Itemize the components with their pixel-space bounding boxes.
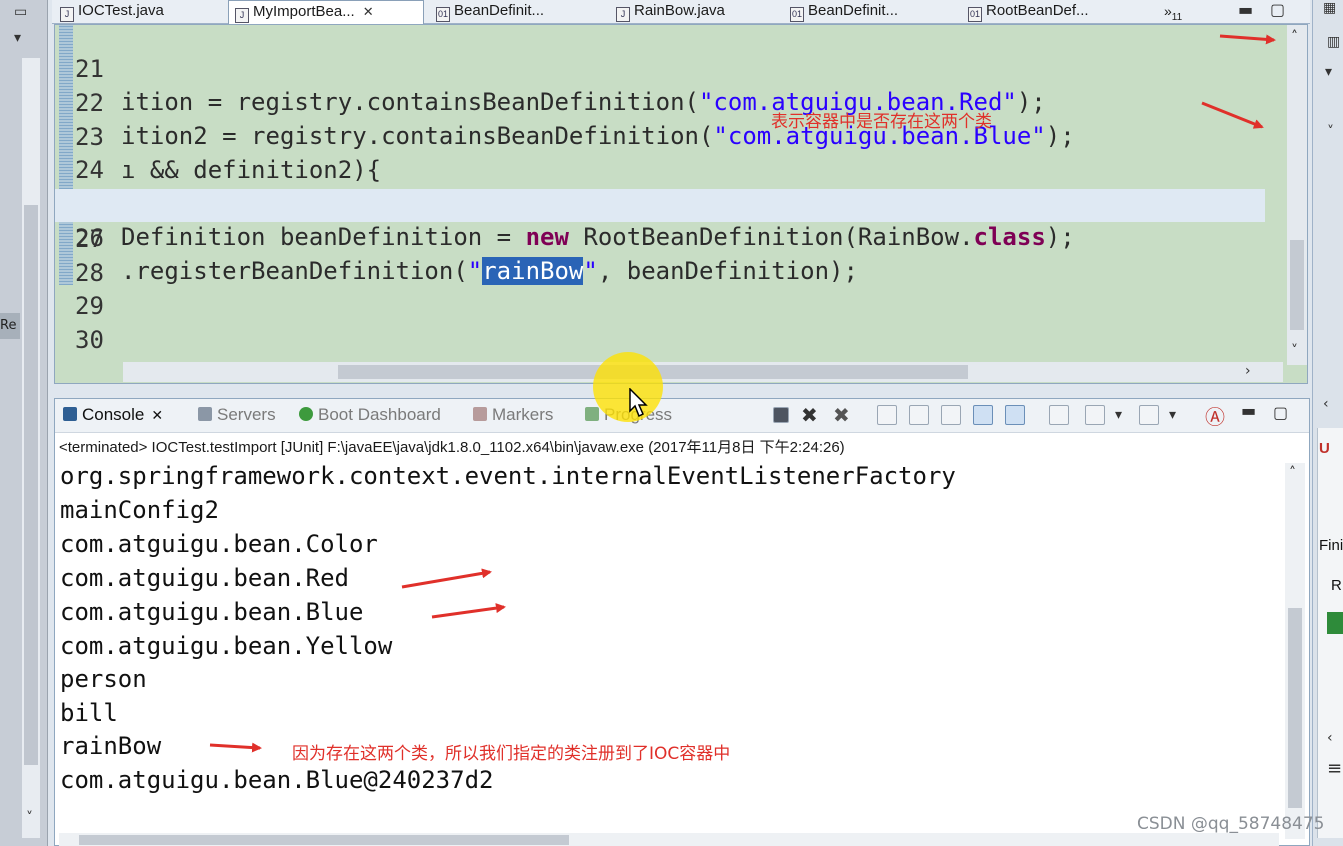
- annotation-arrows: [209, 34, 1276, 753]
- toolbar-icon[interactable]: ▥: [1327, 34, 1340, 50]
- chevron-down-icon[interactable]: ▾: [1325, 64, 1332, 80]
- menu-icon[interactable]: ≡: [1327, 758, 1342, 779]
- runs-label: R: [1331, 577, 1342, 594]
- watermark: CSDN @qq_58748475: [1137, 814, 1325, 834]
- finished-label: Fini: [1319, 537, 1343, 554]
- mouse-pointer-icon: [629, 388, 648, 418]
- arrow-to-blue-output: [431, 603, 506, 619]
- right-side-panel: ▦ ▥ ▾ ˅ ‹ U Fini R ‹ ≡: [1312, 0, 1343, 846]
- arrow-to-red-check: [1219, 34, 1276, 45]
- junit-label: U: [1319, 440, 1330, 457]
- scroll-left-icon[interactable]: ‹: [1327, 730, 1333, 746]
- cursor-highlight: [593, 352, 663, 422]
- arrow-to-blue-check: [1201, 101, 1264, 129]
- scroll-left-icon[interactable]: ‹: [1323, 396, 1329, 412]
- collapse-icon[interactable]: ˅: [1327, 124, 1334, 140]
- arrow-to-red-output: [401, 568, 492, 589]
- outline-icon[interactable]: ▦: [1323, 0, 1336, 16]
- junit-success-bar: [1327, 612, 1343, 634]
- arrow-to-rainbow-output: [209, 742, 262, 753]
- eclipse-window: ▭ ▾ ˄ Re ˅ JIOCTest.java JMyImportBea...…: [0, 0, 1343, 846]
